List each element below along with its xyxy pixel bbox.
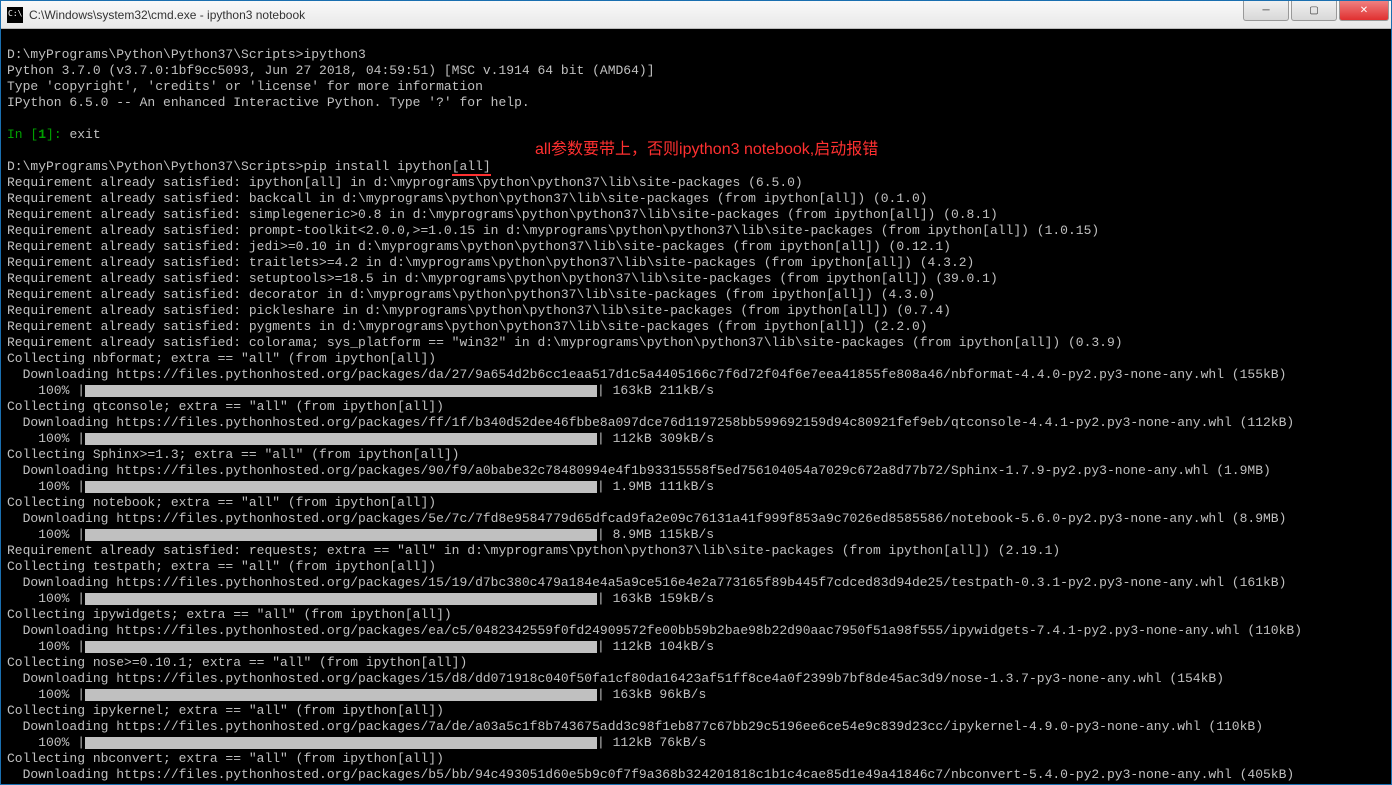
ipython-in-prompt: In [1]: — [7, 127, 69, 142]
close-button[interactable]: ✕ — [1339, 1, 1389, 21]
line: Requirement already satisfied: colorama;… — [7, 335, 1123, 350]
rate: 8.9MB 115kB/s — [605, 527, 714, 542]
line: Type 'copyright', 'credits' or 'license'… — [7, 79, 483, 94]
rate: 1.9MB 111kB/s — [605, 479, 714, 494]
progress: 100% | — [7, 735, 85, 750]
progress-bar — [85, 689, 597, 701]
line: Downloading https://files.pythonhosted.o… — [7, 511, 1286, 526]
line: Requirement already satisfied: requests;… — [7, 543, 1060, 558]
line: Collecting ipykernel; extra == "all" (fr… — [7, 703, 444, 718]
line: Downloading https://files.pythonhosted.o… — [7, 623, 1302, 638]
line: Collecting testpath; extra == "all" (fro… — [7, 559, 436, 574]
line: Downloading https://files.pythonhosted.o… — [7, 367, 1286, 382]
line: Requirement already satisfied: pygments … — [7, 319, 928, 334]
rate: 163kB 211kB/s — [605, 383, 714, 398]
progress-bar — [85, 641, 597, 653]
window-title: C:\Windows\system32\cmd.exe - ipython3 n… — [29, 8, 1243, 22]
annotation-text: all参数要带上，否则ipython3 notebook,启动报错 — [535, 142, 878, 158]
maximize-button[interactable]: ▢ — [1291, 1, 1337, 21]
titlebar[interactable]: C:\Windows\system32\cmd.exe - ipython3 n… — [1, 1, 1391, 29]
progress: 100% | — [7, 639, 85, 654]
cmd-icon — [7, 7, 23, 23]
progress-bar — [85, 529, 597, 541]
line: Downloading https://files.pythonhosted.o… — [7, 719, 1263, 734]
terminal-output[interactable]: D:\myPrograms\Python\Python37\Scripts>ip… — [1, 29, 1391, 784]
progress: 100% | — [7, 383, 85, 398]
line: Python 3.7.0 (v3.7.0:1bf9cc5093, Jun 27 … — [7, 63, 655, 78]
line: Requirement already satisfied: setuptool… — [7, 271, 998, 286]
progress: 100% | — [7, 687, 85, 702]
rate: 112kB 309kB/s — [605, 431, 714, 446]
line: Downloading https://files.pythonhosted.o… — [7, 575, 1286, 590]
line: Requirement already satisfied: prompt-to… — [7, 223, 1099, 238]
line: Requirement already satisfied: traitlets… — [7, 255, 974, 270]
rate: 112kB 76kB/s — [605, 735, 706, 750]
rate: 163kB 96kB/s — [605, 687, 706, 702]
line: Downloading https://files.pythonhosted.o… — [7, 671, 1224, 686]
progress-bar — [85, 593, 597, 605]
progress: 100% | — [7, 591, 85, 606]
line: Downloading https://files.pythonhosted.o… — [7, 767, 1294, 782]
line: Collecting qtconsole; extra == "all" (fr… — [7, 399, 444, 414]
line: Collecting Sphinx>=1.3; extra == "all" (… — [7, 447, 459, 462]
progress-bar — [85, 737, 597, 749]
line: Downloading https://files.pythonhosted.o… — [7, 463, 1271, 478]
progress-bar — [85, 433, 597, 445]
line: Requirement already satisfied: ipython[a… — [7, 175, 803, 190]
rate: 409kB 39kB/s — [605, 783, 706, 784]
line: Collecting ipywidgets; extra == "all" (f… — [7, 607, 452, 622]
rate: 163kB 159kB/s — [605, 591, 714, 606]
line: D:\myPrograms\Python\Python37\Scripts>pi… — [7, 159, 452, 174]
progress: 100% | — [7, 479, 85, 494]
progress: 100% | — [7, 783, 85, 784]
cmd-window: C:\Windows\system32\cmd.exe - ipython3 n… — [0, 0, 1392, 785]
line: D:\myPrograms\Python\Python37\Scripts>ip… — [7, 47, 366, 62]
line: Requirement already satisfied: simplegen… — [7, 207, 998, 222]
progress-bar — [85, 385, 597, 397]
line: Collecting nbformat; extra == "all" (fro… — [7, 351, 436, 366]
line: IPython 6.5.0 -- An enhanced Interactive… — [7, 95, 530, 110]
line: Requirement already satisfied: decorator… — [7, 287, 935, 302]
line: Collecting notebook; extra == "all" (fro… — [7, 495, 436, 510]
line: Requirement already satisfied: backcall … — [7, 191, 928, 206]
line: Collecting nbconvert; extra == "all" (fr… — [7, 751, 444, 766]
line: Requirement already satisfied: picklesha… — [7, 303, 951, 318]
underlined-arg: [all] — [452, 159, 491, 176]
progress-bar — [85, 481, 597, 493]
line: Collecting nose>=0.10.1; extra == "all" … — [7, 655, 467, 670]
line: Requirement already satisfied: jedi>=0.1… — [7, 239, 951, 254]
minimize-button[interactable]: ─ — [1243, 1, 1289, 21]
rate: 112kB 104kB/s — [605, 639, 714, 654]
progress: 100% | — [7, 527, 85, 542]
progress: 100% | — [7, 431, 85, 446]
ipython-cmd: exit — [69, 127, 100, 142]
line: Downloading https://files.pythonhosted.o… — [7, 415, 1294, 430]
